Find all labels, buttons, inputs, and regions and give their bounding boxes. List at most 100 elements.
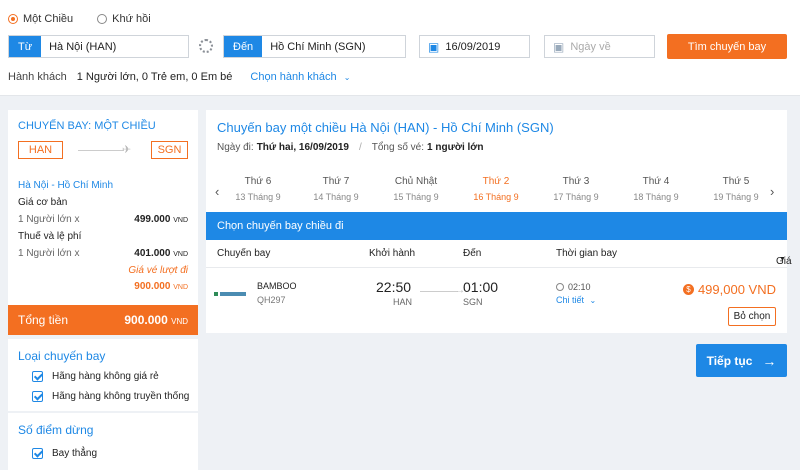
depart-date-field[interactable]: ▣ 16/09/2019 [419, 35, 530, 58]
total-label: Tổng tiền [18, 313, 69, 327]
filter-traditional[interactable]: Hãng hàng không truyền thống [32, 391, 189, 402]
day-date: 15 Tháng 9 [393, 192, 439, 202]
day-date: 17 Tháng 9 [553, 192, 599, 202]
summary-route: Hà Nội - Hồ Chí Minh [18, 180, 114, 191]
return-date-field[interactable]: ▣ Ngày về [544, 35, 655, 58]
filter-label: Hãng hàng không giá rẻ [52, 371, 159, 382]
currency: VND [173, 251, 188, 258]
currency: VND [173, 284, 188, 291]
depart-airport: HAN [393, 297, 413, 307]
flight-row[interactable]: BAMBOO QH297 22:50 HAN → 01:00 SGN 02:10… [206, 268, 787, 333]
day-date: 19 Tháng 9 [713, 192, 759, 202]
date-label: Ngày đi: [217, 142, 254, 153]
chevron-left-icon[interactable]: ‹ [215, 184, 219, 199]
chevron-down-icon: ⌄ [343, 73, 351, 82]
flight-arrow [420, 291, 458, 292]
destination-value: Hồ Chí Minh (SGN) [270, 40, 366, 53]
day-of-week: Thứ 5 [722, 176, 750, 187]
continue-label: Tiếp tục [706, 353, 753, 368]
day-of-week: Thứ 3 [562, 176, 590, 187]
search-flights-button[interactable]: Tìm chuyến bay [667, 34, 787, 59]
trip-type-label: Khứ hồi [112, 13, 151, 25]
origin-field[interactable]: Từ Hà Nội (HAN) [8, 35, 189, 58]
filter-low-cost[interactable]: Hãng hàng không giá rẻ [32, 371, 159, 382]
day-date: 16 Tháng 9 [473, 192, 519, 202]
col-flight: Chuyến bay [217, 248, 271, 259]
passenger-value: 1 Người lớn, 0 Trẻ em, 0 Em bé [76, 71, 233, 83]
choose-passenger-label: Chọn hành khách [250, 71, 337, 83]
day-tab-19[interactable]: Thứ 5 19 Tháng 9 [701, 176, 771, 202]
origin-value: Hà Nội (HAN) [49, 40, 117, 53]
choose-passenger-link[interactable]: Chọn hành khách ⌄ [250, 71, 350, 83]
tax-value: 401.000 [134, 248, 171, 259]
day-of-week: Chủ Nhật [394, 176, 438, 187]
pax-value: 1 người lớn [427, 142, 484, 153]
total-amount: 900.000 VND [124, 313, 188, 327]
tax-row: 1 Người lớn x 401.000 VND [18, 248, 188, 259]
flight-type-filter: Loại chuyến bay Hãng hàng không giá rẻ H… [8, 339, 198, 411]
ticket-note: Giá vé lượt đi [128, 265, 188, 276]
arrive-time: 01:00 [463, 279, 499, 295]
day-tab-18[interactable]: Thứ 4 18 Tháng 9 [621, 176, 691, 202]
passenger-label: Hành khách [8, 71, 67, 83]
return-date-placeholder: Ngày về [570, 40, 611, 53]
radio-selected-icon [8, 14, 18, 24]
day-date: 13 Tháng 9 [235, 192, 281, 202]
flight-detail-link[interactable]: Chi tiết ⌄ [556, 295, 596, 305]
chevron-down-icon: ⌄ [589, 296, 597, 305]
base-fare-label: Giá cơ bản [18, 197, 68, 208]
radio-icon [97, 14, 108, 24]
day-tab-14[interactable]: Thứ 7 14 Tháng 9 [301, 176, 371, 202]
arrive-airport: SGN [463, 297, 483, 307]
caret-down-icon: ▼ [779, 256, 786, 263]
checkbox-checked-icon [32, 448, 43, 459]
day-of-week: Thứ 4 [642, 176, 670, 187]
trip-type-group: Một Chiều Khứ hồi [8, 13, 151, 25]
destination-tag: Đến [224, 36, 263, 57]
date-selector: ‹ Thứ 6 13 Tháng 9 Thứ 7 14 Tháng 9 Chủ … [206, 172, 787, 212]
day-of-week: Thứ 7 [322, 176, 350, 187]
day-of-week: Thứ 2 [482, 176, 510, 187]
pax-label: Tổng số vé: [371, 142, 425, 153]
base-fare-value: 499.000 [134, 214, 171, 225]
day-date: 14 Tháng 9 [313, 192, 359, 202]
base-fare-pax: 1 Người lớn x [18, 214, 80, 225]
chevron-right-icon[interactable]: › [770, 184, 774, 199]
day-tab-13[interactable]: Thứ 6 13 Tháng 9 [223, 176, 293, 202]
total-bar: Tổng tiền 900.000 VND [8, 305, 198, 335]
separator: / [358, 142, 362, 153]
day-tab-16[interactable]: Thứ 2 16 Tháng 9 [461, 176, 531, 202]
currency: VND [171, 317, 188, 326]
day-of-week: Thứ 6 [244, 176, 272, 187]
filter-label: Bay thẳng [52, 448, 98, 459]
destination-field[interactable]: Đến Hồ Chí Minh (SGN) [223, 35, 406, 58]
results-meta: Ngày đi: Thứ hai, 16/09/2019 / Tổng số v… [217, 142, 484, 153]
continue-button[interactable]: Tiếp tục → [696, 344, 787, 377]
checkbox-checked-icon [32, 391, 43, 402]
filter-label: Hãng hàng không truyền thống [52, 391, 190, 402]
swap-icon[interactable] [199, 39, 213, 53]
date-value: Thứ hai, 16/09/2019 [256, 142, 349, 153]
unselect-button[interactable]: Bỏ chọn [728, 307, 776, 326]
booking-summary: CHUYẾN BAY: MỘT CHIỀU HAN ✈ SGN Hà Nội -… [8, 110, 198, 335]
plane-icon: ✈ [122, 144, 132, 156]
day-tab-15[interactable]: Chủ Nhật 15 Tháng 9 [381, 176, 451, 202]
select-outbound-header: Chọn chuyến bay chiều đi [206, 212, 787, 240]
detail-label: Chi tiết [556, 295, 585, 305]
tax-label: Thuế và lệ phí [18, 231, 82, 242]
trip-type-label: Một Chiều [23, 13, 74, 25]
results-title: Chuyến bay một chiều Hà Nội (HAN) - Hồ C… [217, 120, 554, 135]
trip-type-round-trip[interactable]: Khứ hồi [97, 13, 151, 25]
ticket-total-value: 900.000 [134, 281, 171, 292]
origin-code: HAN [18, 141, 63, 159]
trip-type-one-way[interactable]: Một Chiều [8, 13, 73, 25]
passenger-row: Hành khách 1 Người lớn, 0 Trẻ em, 0 Em b… [8, 71, 350, 83]
flight-price: $ 499,000 VND [682, 282, 776, 297]
calendar-icon: ▣ [428, 39, 440, 54]
base-fare-row: 1 Người lớn x 499.000 VND [18, 214, 188, 225]
arrow-right-icon: → [762, 352, 777, 369]
tax-pax: 1 Người lớn x [18, 248, 80, 259]
flight-results: Chuyến bay một chiều Hà Nội (HAN) - Hồ C… [206, 110, 792, 333]
filter-nonstop[interactable]: Bay thẳng [32, 448, 97, 459]
day-tab-17[interactable]: Thứ 3 17 Tháng 9 [541, 176, 611, 202]
